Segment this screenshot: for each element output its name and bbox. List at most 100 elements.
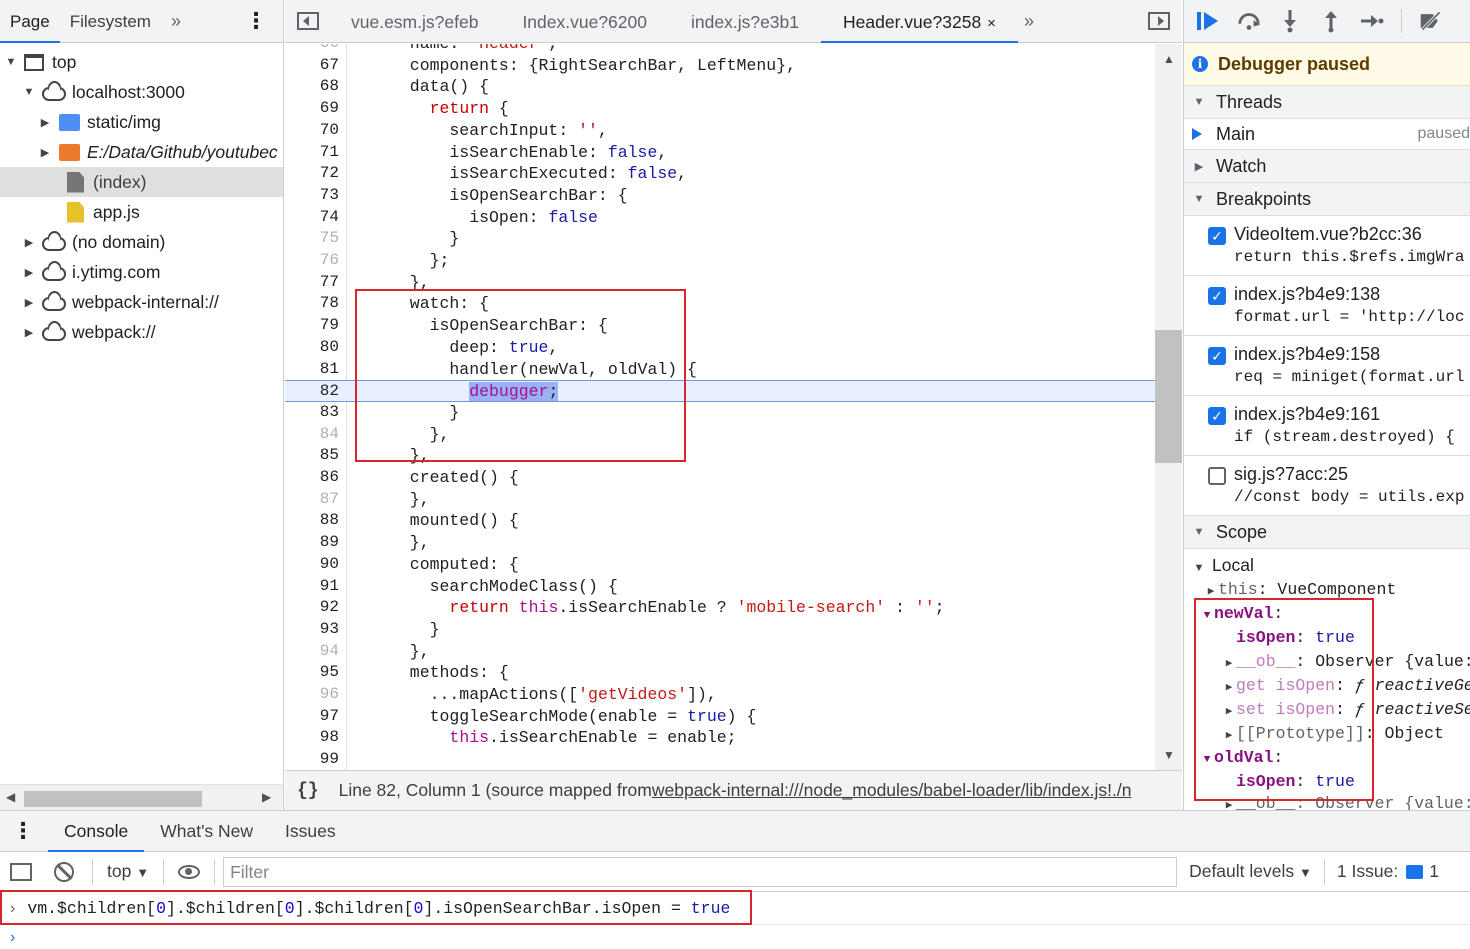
line-number[interactable]: 70 — [285, 120, 339, 142]
breakpoint-checkbox[interactable]: ✓ — [1208, 347, 1226, 365]
line-number[interactable]: 79 — [285, 315, 339, 337]
line-number[interactable]: 96 — [285, 684, 339, 706]
line-number[interactable]: 67 — [285, 55, 339, 77]
code-line[interactable]: 87 }, — [285, 489, 1155, 511]
breakpoint-checkbox[interactable]: ✓ — [1208, 227, 1226, 245]
line-number[interactable]: 77 — [285, 272, 339, 294]
line-number[interactable]: 85 — [285, 445, 339, 467]
scroll-left-icon[interactable]: ◀ — [6, 790, 15, 804]
clear-console-icon[interactable] — [54, 861, 74, 882]
collapsed-triangle-icon[interactable]: ▶ — [22, 296, 36, 309]
tab-index-js[interactable]: index.js?e3b1 — [669, 0, 821, 43]
code-line[interactable]: 88 mounted() { — [285, 510, 1155, 532]
expanded-triangle-icon[interactable]: ▼ — [4, 56, 18, 68]
line-number[interactable]: 76 — [285, 250, 339, 272]
code-line[interactable]: 92 return this.isSearchEnable ? 'mobile-… — [285, 597, 1155, 619]
breakpoint-item[interactable]: sig.js?7acc:25 //const body = utils.exp — [1184, 456, 1470, 516]
line-number[interactable]: 74 — [285, 207, 339, 229]
scope-newval[interactable]: ▼ newVal: — [1200, 602, 1284, 628]
line-number[interactable]: 97 — [285, 706, 339, 728]
scroll-down-icon[interactable]: ▼ — [1163, 748, 1175, 762]
resume-icon[interactable] — [1196, 9, 1220, 33]
tab-whats-new[interactable]: What's New — [144, 810, 269, 852]
step-out-icon[interactable] — [1319, 9, 1343, 33]
line-number[interactable]: 66 — [285, 44, 339, 55]
line-number[interactable]: 78 — [285, 293, 339, 315]
code-line[interactable]: 80 deep: true, — [285, 337, 1155, 359]
code-line[interactable]: 69 return { — [285, 98, 1155, 120]
code-line[interactable]: 86 created() { — [285, 467, 1155, 489]
line-number[interactable]: 81 — [285, 359, 339, 381]
tree-item-index[interactable]: (index) — [0, 167, 283, 197]
breakpoint-item[interactable]: ✓ index.js?b4e9:158 req = miniget(format… — [1184, 336, 1470, 396]
line-number[interactable]: 95 — [285, 662, 339, 684]
line-number[interactable]: 75 — [285, 228, 339, 250]
close-tab-icon[interactable]: × — [987, 15, 996, 32]
expanded-triangle-icon[interactable]: ▼ — [22, 86, 36, 98]
line-number[interactable]: 87 — [285, 489, 339, 511]
tab-index-vue[interactable]: Index.vue?6200 — [500, 0, 669, 43]
breakpoint-checkbox[interactable] — [1208, 467, 1226, 485]
line-number[interactable]: 93 — [285, 619, 339, 641]
code-line[interactable]: 77 }, — [285, 272, 1155, 294]
scope-oldval-ob[interactable]: ▶ __ob__: Observer {value: — [1222, 792, 1470, 810]
line-number[interactable]: 88 — [285, 510, 339, 532]
code-line[interactable]: 93 } — [285, 619, 1155, 641]
section-breakpoints[interactable]: ▼ Breakpoints — [1184, 183, 1470, 216]
scope-local[interactable]: ▼ Local — [1192, 553, 1254, 580]
line-number[interactable]: 83 — [285, 402, 339, 424]
line-number[interactable]: 91 — [285, 576, 339, 598]
step-over-icon[interactable] — [1237, 9, 1261, 33]
code-line[interactable]: 79 isOpenSearchBar: { — [285, 315, 1155, 337]
code-line[interactable]: 66 name: 'Header', — [285, 44, 1155, 55]
scope-this[interactable]: ▶ this: VueComponent — [1204, 578, 1397, 604]
deactivate-breakpoints-icon[interactable] — [1419, 9, 1443, 33]
code-line[interactable]: 97 toggleSearchMode(enable = true) { — [285, 706, 1155, 728]
tab-vue-esm[interactable]: vue.esm.js?efeb — [329, 0, 500, 43]
code-line[interactable]: 70 searchInput: '', — [285, 120, 1155, 142]
tab-console[interactable]: Console — [48, 810, 145, 852]
code-line-current[interactable]: 82 debugger; — [285, 380, 1155, 402]
tree-item-app-js[interactable]: app.js — [0, 197, 283, 227]
navigator-horizontal-scrollbar[interactable]: ◀ ▶ — [0, 784, 283, 810]
line-number[interactable]: 99 — [285, 749, 339, 770]
scrollbar-thumb[interactable] — [1155, 330, 1182, 463]
tree-item-webpack-internal[interactable]: ▶ webpack-internal:// — [0, 287, 283, 317]
line-number[interactable]: 92 — [285, 597, 339, 619]
thread-item-main[interactable]: Main paused — [1184, 119, 1470, 150]
code-line[interactable]: 85 }, — [285, 445, 1155, 467]
line-number[interactable]: 73 — [285, 185, 339, 207]
console-entry[interactable]: › vm.$children[0].$children[0].$children… — [0, 890, 1470, 925]
code-line[interactable]: 83 } — [285, 402, 1155, 424]
line-number[interactable]: 82 — [285, 381, 339, 403]
tab-filesystem[interactable]: Filesystem — [60, 0, 161, 43]
toggle-debugger-icon[interactable] — [1148, 12, 1170, 30]
more-tabs-icon[interactable]: » — [161, 11, 191, 32]
drawer-menu-icon[interactable]: ⋮ — [0, 818, 48, 844]
code-line[interactable]: 81 handler(newVal, oldVal) { — [285, 359, 1155, 381]
code-line[interactable]: 78 watch: { — [285, 293, 1155, 315]
code-line[interactable]: 76 }; — [285, 250, 1155, 272]
code-line[interactable]: 90 computed: { — [285, 554, 1155, 576]
line-number[interactable]: 89 — [285, 532, 339, 554]
scroll-right-icon[interactable]: ▶ — [262, 790, 271, 804]
code-line[interactable]: 73 isOpenSearchBar: { — [285, 185, 1155, 207]
collapsed-triangle-icon[interactable]: ▶ — [22, 236, 36, 249]
console-prompt[interactable]: › — [0, 926, 1470, 949]
editor-vertical-scrollbar[interactable]: ▲ ▼ — [1155, 44, 1182, 770]
scope-newval-ob[interactable]: ▶ __ob__: Observer {value: — [1222, 650, 1470, 676]
scope-oldval[interactable]: ▼ oldVal: — [1200, 746, 1284, 772]
code-line[interactable]: 96 ...mapActions(['getVideos']), — [285, 684, 1155, 706]
tab-page[interactable]: Page — [0, 0, 60, 43]
code-line[interactable]: 71 isSearchEnable: false, — [285, 142, 1155, 164]
kebab-menu-icon[interactable]: ⋮ — [229, 8, 283, 34]
code-line[interactable]: 72 isSearchExecuted: false, — [285, 163, 1155, 185]
scroll-up-icon[interactable]: ▲ — [1163, 52, 1175, 66]
code-line[interactable]: 91 searchModeClass() { — [285, 576, 1155, 598]
scope-newval-setter[interactable]: ▶ set isOpen: ƒ reactiveSe — [1222, 698, 1470, 724]
line-number[interactable]: 86 — [285, 467, 339, 489]
tree-item-no-domain[interactable]: ▶ (no domain) — [0, 227, 283, 257]
filter-input[interactable]: Filter — [223, 856, 1178, 887]
line-number[interactable]: 69 — [285, 98, 339, 120]
breakpoint-checkbox[interactable]: ✓ — [1208, 287, 1226, 305]
